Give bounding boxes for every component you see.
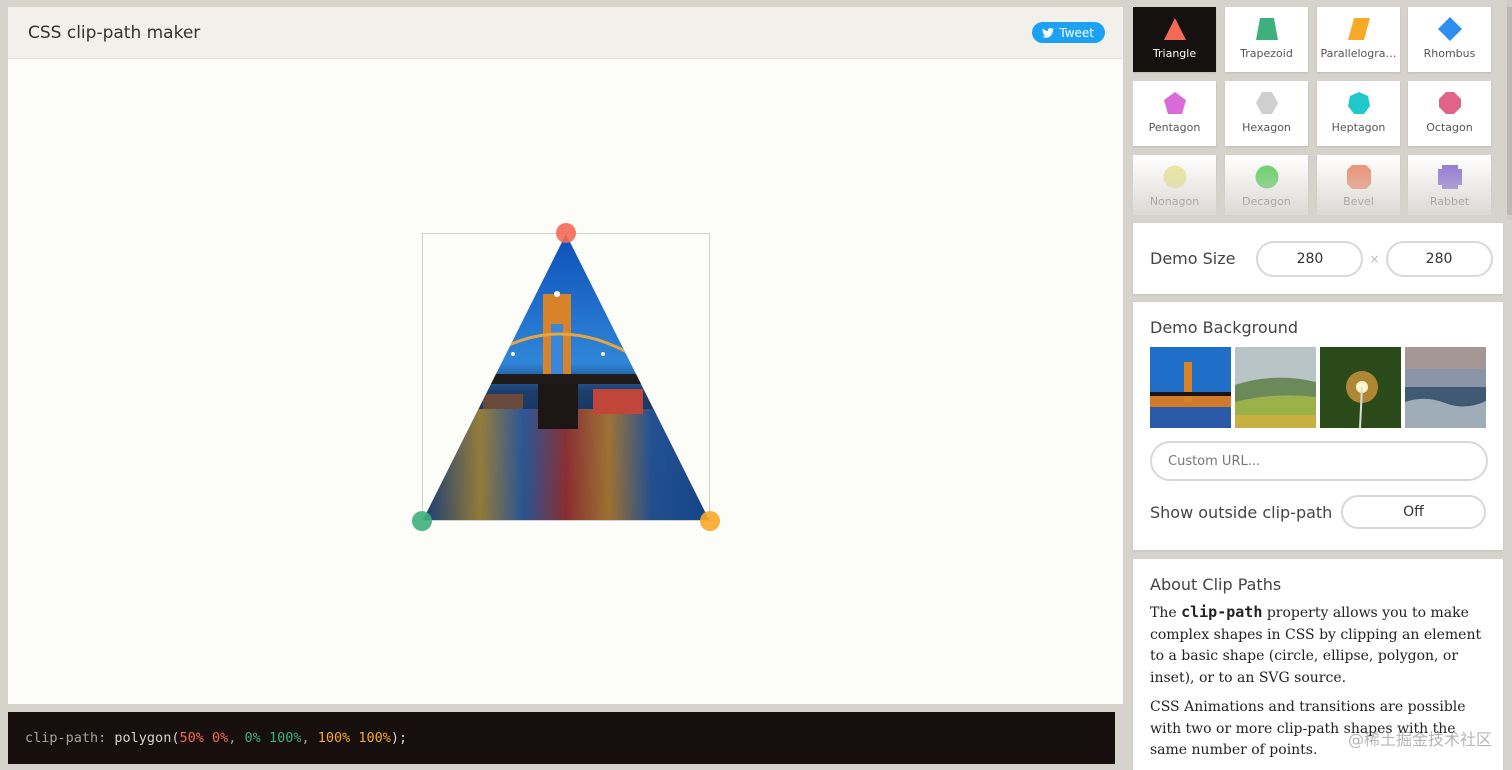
code-p2x: 0% [244,730,261,746]
size-times-symbol: × [1369,251,1380,266]
tweet-label: Tweet [1059,25,1094,40]
nonagon-icon [1163,165,1186,189]
css-code-output: clip-path: polygon(50% 0%, 0% 100%, 100%… [8,712,1115,764]
show-outside-label: Show outside clip-path [1150,502,1333,522]
shape-tile-bevel[interactable]: Bevel [1317,155,1400,215]
demo-size-label: Demo Size [1150,249,1236,268]
demo-size-card: Demo Size × [1133,223,1503,294]
shape-tile-nonagon[interactable]: Nonagon [1133,155,1216,215]
background-thumbnails [1150,347,1486,428]
demo-background-label: Demo Background [1150,318,1299,337]
demo-width-input[interactable] [1256,240,1364,277]
polygon-point-3-handle[interactable] [700,511,720,531]
heptagon-icon [1347,92,1370,114]
code-p1x: 50% [179,730,204,746]
shape-tile-decagon[interactable]: Decagon [1225,155,1308,215]
tweet-button[interactable]: Tweet [1032,22,1105,43]
code-p2y: 100% [268,730,302,746]
twitter-bird-icon [1042,27,1055,38]
demo-height-input[interactable] [1385,240,1493,277]
shape-picker: Triangle Trapezoid Parallelogra… Rhombus… [1133,7,1503,215]
code-p1y: 0% [211,730,229,746]
watermark-text: @稀土掘金技术社区 [1347,730,1492,749]
rhombus-icon [1437,17,1462,41]
polygon-point-1-handle[interactable] [556,223,576,243]
shape-label: Parallelogra… [1320,47,1397,60]
shape-label: Trapezoid [1240,47,1293,60]
parallelogram-icon [1347,18,1370,40]
about-title: About Clip Paths [1150,575,1282,594]
shape-label: Decagon [1242,195,1291,208]
editor-header: CSS clip-path maker Tweet [8,7,1123,59]
shape-label: Nonagon [1149,195,1200,208]
octagon-icon [1438,92,1461,114]
triangle-icon [1163,18,1186,40]
bridge-night-image [423,234,709,520]
editor-panel: CSS clip-path maker Tweet [8,7,1123,704]
bg-thumb-hills[interactable] [1235,347,1316,428]
shape-label: Heptagon [1331,121,1386,134]
show-outside-toggle[interactable]: Off [1341,495,1486,529]
shape-label: Octagon [1426,121,1473,134]
shape-tile-hexagon[interactable]: Hexagon [1225,81,1308,146]
shape-tile-parallelogram[interactable]: Parallelogra… [1317,7,1400,72]
bevel-icon [1346,165,1371,189]
shape-tile-rabbet[interactable]: Rabbet [1408,155,1491,215]
shape-label: Bevel [1343,195,1374,208]
shape-label: Rhombus [1423,47,1476,60]
code-end: ); [390,730,408,746]
code-p3x: 100% [317,730,351,746]
code-sep1: , [228,730,237,746]
shape-tile-triangle[interactable]: Triangle [1133,7,1216,72]
shape-label: Pentagon [1148,121,1201,134]
bg-thumb-bridge[interactable] [1150,347,1231,428]
shape-label: Triangle [1152,47,1197,60]
shape-tile-rhombus[interactable]: Rhombus [1408,7,1491,72]
shape-tile-trapezoid[interactable]: Trapezoid [1225,7,1308,72]
show-outside-row: Show outside clip-path Off [1150,495,1486,529]
clip-preview-frame [412,223,720,531]
shape-tile-heptagon[interactable]: Heptagon [1317,81,1400,146]
bg-thumb-sparkler[interactable] [1320,347,1401,428]
polygon-point-2-handle[interactable] [412,511,432,531]
shape-picker-scrollbar-thumb[interactable] [1507,7,1512,215]
about-paragraph-1: The clip-path property allows you to mak… [1150,602,1486,689]
code-function: polygon( [114,730,180,746]
hexagon-icon [1255,92,1278,114]
custom-url-input[interactable] [1150,441,1488,481]
clipped-image [423,234,709,520]
code-p3y: 100% [358,730,391,746]
settings-sidebar: Triangle Trapezoid Parallelogra… Rhombus… [1133,0,1503,770]
shape-tile-pentagon[interactable]: Pentagon [1133,81,1216,146]
decagon-icon [1255,165,1278,189]
about-p1-before: The [1150,605,1182,621]
app-title: CSS clip-path maker [28,22,201,43]
trapezoid-icon [1255,18,1278,40]
rabbet-icon [1437,165,1462,189]
bg-thumb-ocean[interactable] [1405,347,1486,428]
about-p1-code: clip-path [1181,603,1263,621]
shape-tile-octagon[interactable]: Octagon [1408,81,1491,146]
code-sep2: , [301,730,310,746]
shape-label: Hexagon [1242,121,1291,134]
code-property: clip-path: [25,730,107,746]
pentagon-icon [1163,92,1186,114]
shape-label: Rabbet [1429,195,1470,208]
demo-background-card: Demo Background Show outside clip-pat [1133,302,1503,550]
